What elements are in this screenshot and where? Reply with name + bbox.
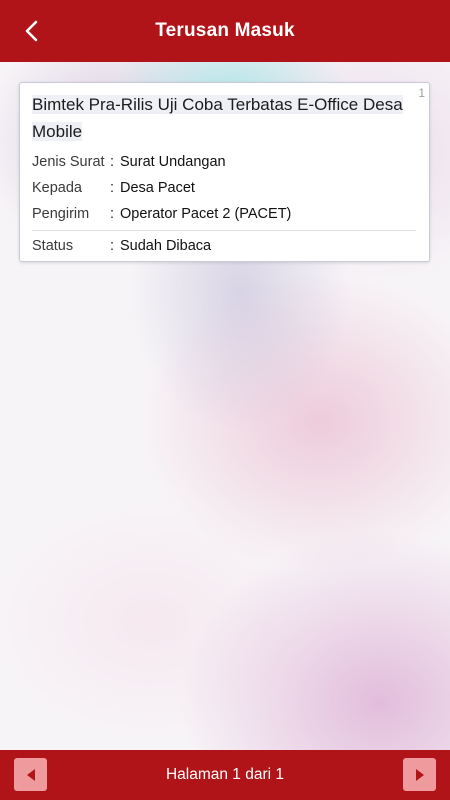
- page-title: Terusan Masuk: [155, 20, 295, 41]
- prev-page-button[interactable]: [14, 758, 47, 791]
- back-button[interactable]: [14, 13, 50, 49]
- field-separator: :: [110, 154, 115, 170]
- card-index: 1: [418, 86, 425, 100]
- field-label: Kepada: [32, 180, 82, 196]
- field-row-pengirim: Pengirim : Operator Pacet 2 (PACET): [32, 201, 416, 227]
- field-label: Jenis Surat: [32, 154, 105, 170]
- field-separator: :: [110, 180, 115, 196]
- field-row-kepada: Kepada : Desa Pacet: [32, 175, 416, 201]
- field-separator: :: [110, 206, 115, 222]
- next-page-button[interactable]: [403, 758, 436, 791]
- field-row-jenis-surat: Jenis Surat : Surat Undangan: [32, 149, 416, 175]
- field-row-status: Status : Sudah Dibaca: [32, 233, 416, 259]
- card-divider: [32, 230, 416, 231]
- field-value: Surat Undangan: [120, 154, 226, 170]
- message-title: Bimtek Pra-Rilis Uji Coba Terbatas E-Off…: [32, 91, 416, 145]
- status-badge: Sudah Dibaca: [120, 238, 212, 254]
- field-label: Pengirim: [32, 206, 90, 222]
- field-value: Desa Pacet: [120, 180, 195, 196]
- triangle-right-icon: [415, 768, 424, 781]
- message-title-text: Bimtek Pra-Rilis Uji Coba Terbatas E-Off…: [32, 95, 403, 141]
- page-indicator: Halaman 1 dari 1: [165, 766, 285, 783]
- status-label: Status: [32, 238, 74, 254]
- pagination-bar: Halaman 1 dari 1: [0, 750, 450, 800]
- triangle-left-icon: [26, 768, 35, 781]
- field-value: Operator Pacet 2 (PACET): [120, 206, 292, 222]
- chevron-left-icon: [25, 20, 38, 42]
- app-header: Terusan Masuk: [0, 0, 450, 62]
- field-separator: :: [110, 238, 115, 254]
- message-card[interactable]: 1 Bimtek Pra-Rilis Uji Coba Terbatas E-O…: [19, 82, 430, 262]
